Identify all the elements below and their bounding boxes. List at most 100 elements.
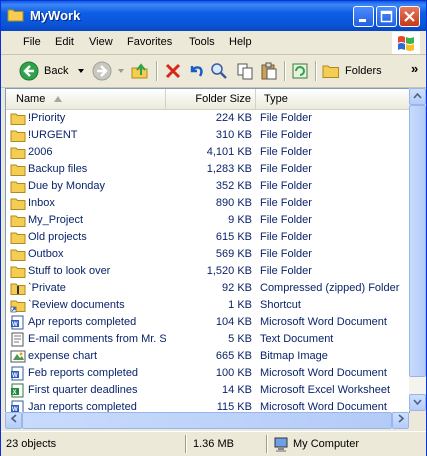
- menu-tools[interactable]: Tools: [189, 36, 215, 48]
- folder-icon: [322, 65, 339, 78]
- minimize-button[interactable]: [353, 6, 374, 27]
- word-document-icon: W: [11, 366, 24, 381]
- column-header-size[interactable]: Folder Size: [166, 89, 256, 109]
- explorer-window: MyWork File Edit View Favorites Tools He…: [0, 0, 427, 456]
- paste-button[interactable]: [260, 59, 278, 83]
- list-item[interactable]: Inbox 890 KB File Folder: [6, 195, 409, 212]
- horizontal-scrollbar[interactable]: [5, 412, 409, 429]
- list-item[interactable]: `Review documents 1 KB Shortcut: [6, 297, 409, 314]
- excel-worksheet-icon: X: [11, 383, 24, 398]
- svg-text:W: W: [12, 373, 18, 379]
- list-item[interactable]: !URGENT 310 KB File Folder: [6, 127, 409, 144]
- scroll-right-button[interactable]: [392, 412, 409, 429]
- undo-icon: [190, 66, 203, 77]
- scroll-up-arrow-icon: [413, 92, 422, 99]
- minimize-icon: [359, 19, 366, 22]
- menu-edit[interactable]: Edit: [55, 36, 74, 48]
- file-type: File Folder: [260, 197, 312, 209]
- menu-view[interactable]: View: [89, 36, 113, 48]
- undo-button[interactable]: [187, 59, 205, 83]
- file-list: Name Folder Size Type !Priority 224 KB Fil…: [5, 88, 410, 413]
- list-item[interactable]: W Jan reports completed 115 KB Microsoft Wo…: [6, 399, 409, 413]
- file-name: expense chart: [28, 350, 98, 362]
- folder-icon: [10, 164, 26, 176]
- scroll-left-button[interactable]: [5, 412, 22, 429]
- list-item[interactable]: My_Project 9 KB File Folder: [6, 212, 409, 229]
- vertical-scroll-thumb[interactable]: [409, 105, 426, 377]
- file-type: File Folder: [260, 112, 312, 124]
- dropdown-arrow-icon[interactable]: [76, 67, 86, 75]
- column-header-name[interactable]: Name: [6, 89, 166, 109]
- forward-button[interactable]: [92, 59, 126, 83]
- file-size: 14 KB: [222, 384, 252, 396]
- list-item[interactable]: 2006 4,101 KB File Folder: [6, 144, 409, 161]
- file-type: File Folder: [260, 214, 312, 226]
- folders-button[interactable]: Folders: [322, 59, 382, 83]
- dropdown-arrow-icon[interactable]: [116, 67, 126, 75]
- folder-icon: [10, 113, 26, 125]
- horizontal-scroll-thumb[interactable]: [22, 412, 392, 429]
- file-type: Microsoft Word Document: [260, 401, 387, 413]
- scroll-down-button[interactable]: [409, 394, 426, 411]
- folder-icon: [10, 147, 26, 159]
- file-name: !Priority: [28, 112, 66, 124]
- list-item[interactable]: `Private 92 KB Compressed (zipped) Folder: [6, 280, 409, 297]
- delete-button[interactable]: [164, 59, 182, 83]
- title-bar[interactable]: MyWork: [1, 1, 426, 31]
- list-item[interactable]: Outbox 569 KB File Folder: [6, 246, 409, 263]
- maximize-button[interactable]: [376, 6, 397, 27]
- up-folder-button[interactable]: [131, 59, 149, 83]
- file-type: Shortcut: [260, 299, 301, 311]
- file-size: 115 KB: [216, 401, 252, 413]
- list-item[interactable]: Due by Monday 352 KB File Folder: [6, 178, 409, 195]
- search-button[interactable]: [210, 59, 228, 83]
- views-button[interactable]: [291, 59, 309, 83]
- list-item[interactable]: E-mail comments from Mr. S. 5 KB Text Docu…: [6, 331, 409, 348]
- scroll-right-arrow-icon: [397, 414, 404, 423]
- file-name: !URGENT: [28, 129, 78, 141]
- list-item[interactable]: Old projects 615 KB File Folder: [6, 229, 409, 246]
- file-size: 352 KB: [215, 180, 252, 192]
- word-document-icon: W: [11, 315, 24, 330]
- my-computer-icon: [274, 437, 288, 452]
- back-button[interactable]: Back: [19, 59, 86, 83]
- file-name: Inbox: [28, 197, 55, 209]
- list-item[interactable]: expense chart 665 KB Bitmap Image: [6, 348, 409, 365]
- copy-icon: [237, 63, 253, 80]
- list-item[interactable]: W Feb reports completed 100 KB Microsoft Wo…: [6, 365, 409, 382]
- file-size: 1 KB: [228, 299, 252, 311]
- file-name: Old projects: [28, 231, 87, 243]
- close-icon: [404, 11, 415, 22]
- file-name: Apr reports completed: [28, 316, 137, 328]
- maximize-icon: [380, 10, 393, 23]
- list-item[interactable]: Stuff to look over 1,520 KB File Folder: [6, 263, 409, 280]
- vertical-scrollbar[interactable]: [409, 88, 426, 411]
- back-label: Back: [44, 65, 69, 77]
- list-item[interactable]: Backup files 1,283 KB File Folder: [6, 161, 409, 178]
- window-title: MyWork: [30, 8, 81, 23]
- list-item[interactable]: !Priority 224 KB File Folder: [6, 110, 409, 127]
- file-name: 2006: [28, 146, 53, 158]
- windows-logo-icon: [392, 32, 420, 54]
- toolbar-separator: [315, 61, 317, 81]
- folder-icon: [10, 232, 26, 244]
- column-header-type[interactable]: Type: [256, 89, 409, 109]
- close-button[interactable]: [399, 6, 420, 27]
- file-type: Text Document: [260, 333, 334, 345]
- menu-favorites[interactable]: Favorites: [127, 36, 172, 48]
- file-size: 310 KB: [215, 129, 252, 141]
- toolbar-overflow-chevron[interactable]: »: [411, 61, 418, 76]
- file-size: 92 KB: [222, 282, 252, 294]
- menu-file[interactable]: File: [23, 36, 41, 48]
- list-item[interactable]: W Apr reports completed 104 KB Microsoft Wo…: [6, 314, 409, 331]
- column-header-row: Name Folder Size Type: [6, 89, 409, 110]
- file-type: Microsoft Word Document: [260, 367, 387, 379]
- scroll-left-arrow-icon: [10, 414, 17, 423]
- file-type: Compressed (zipped) Folder: [260, 282, 400, 294]
- copy-button[interactable]: [236, 59, 254, 83]
- menu-help[interactable]: Help: [229, 36, 252, 48]
- up-folder-icon: [131, 63, 148, 79]
- list-item[interactable]: X First quarter deadlines 14 KB Microsoft E…: [6, 382, 409, 399]
- file-type: File Folder: [260, 180, 312, 192]
- scroll-up-button[interactable]: [409, 88, 426, 105]
